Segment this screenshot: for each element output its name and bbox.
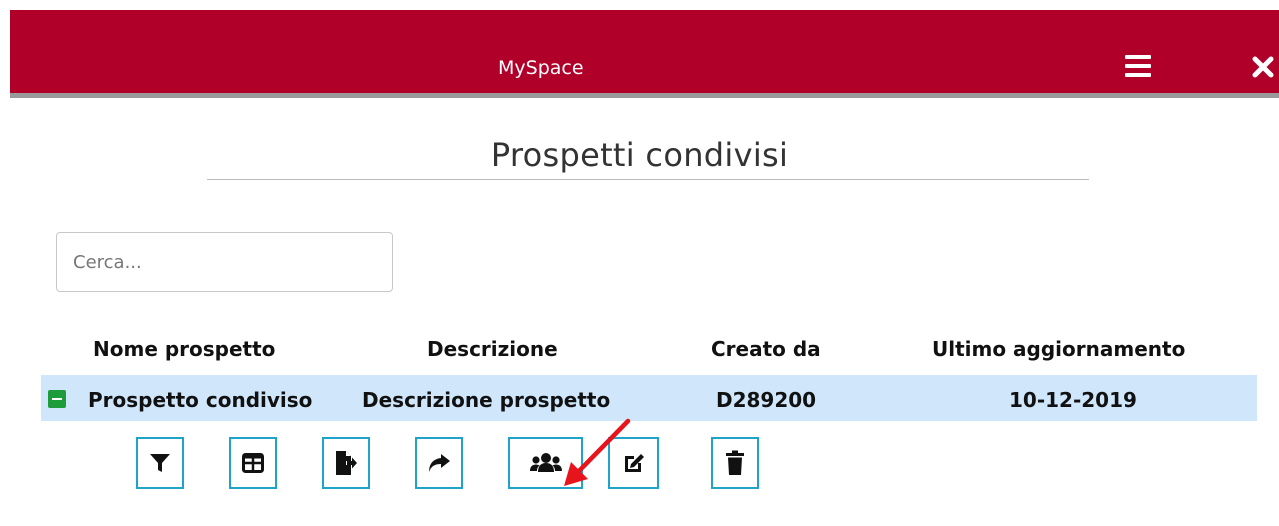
cell-ultimo-aggiornamento: 10-12-2019: [1009, 388, 1137, 412]
export-icon: [336, 451, 357, 475]
cell-descrizione: Descrizione prospetto: [362, 388, 611, 412]
column-header-creato-da[interactable]: Creato da: [711, 337, 821, 361]
hamburger-menu-icon[interactable]: [1125, 55, 1151, 77]
export-button[interactable]: [322, 437, 370, 489]
close-icon[interactable]: [1250, 54, 1276, 80]
filter-icon: [150, 454, 170, 472]
table-view-button[interactable]: [229, 437, 277, 489]
share-button[interactable]: [415, 437, 463, 489]
cell-nome-prospetto: Prospetto condiviso: [88, 388, 313, 412]
trash-icon: [726, 450, 744, 475]
collapse-row-icon[interactable]: [48, 390, 66, 408]
title-divider: [207, 179, 1089, 180]
annotation-arrow-icon: [564, 418, 631, 486]
page-title: Prospetti condivisi: [490, 136, 789, 174]
column-header-ultimo-aggiornamento[interactable]: Ultimo aggiornamento: [932, 337, 1185, 361]
cell-creato-da: D289200: [716, 388, 817, 412]
search-input[interactable]: [56, 232, 393, 292]
share-icon: [429, 454, 450, 472]
app-header: MySpace: [10, 10, 1279, 98]
delete-button[interactable]: [711, 437, 759, 489]
app-title: MySpace: [498, 57, 584, 79]
table-icon: [242, 453, 264, 473]
column-header-descrizione[interactable]: Descrizione: [427, 337, 558, 361]
column-header-nome-prospetto[interactable]: Nome prospetto: [93, 337, 275, 361]
filter-button[interactable]: [136, 437, 184, 489]
